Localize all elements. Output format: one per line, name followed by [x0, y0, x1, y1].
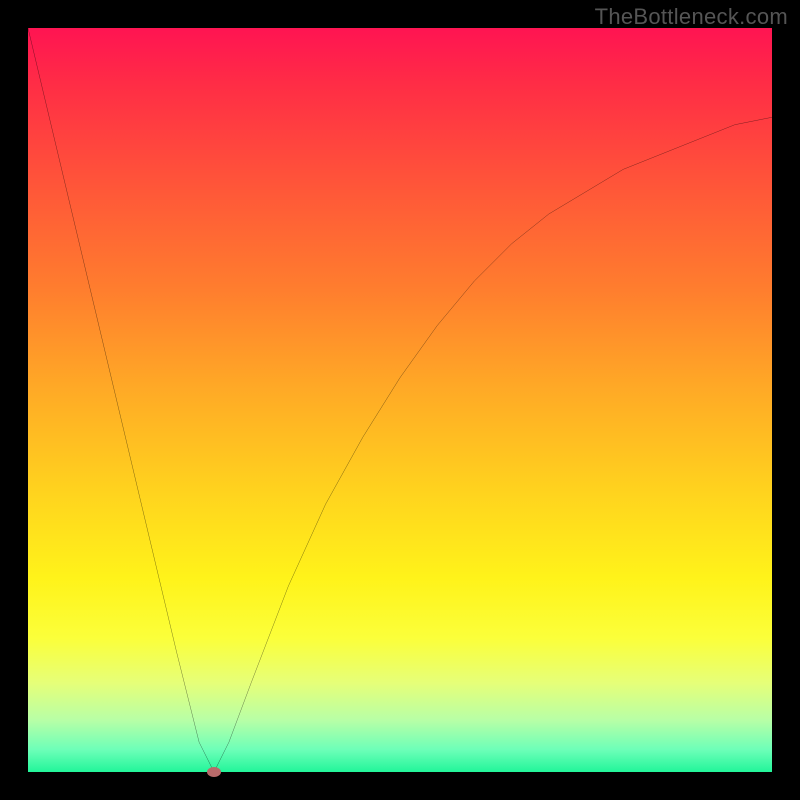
watermark-label: TheBottleneck.com	[595, 4, 788, 30]
minimum-marker	[207, 767, 221, 777]
bottleneck-curve	[28, 28, 772, 772]
chart-frame: TheBottleneck.com	[0, 0, 800, 800]
plot-area	[28, 28, 772, 772]
